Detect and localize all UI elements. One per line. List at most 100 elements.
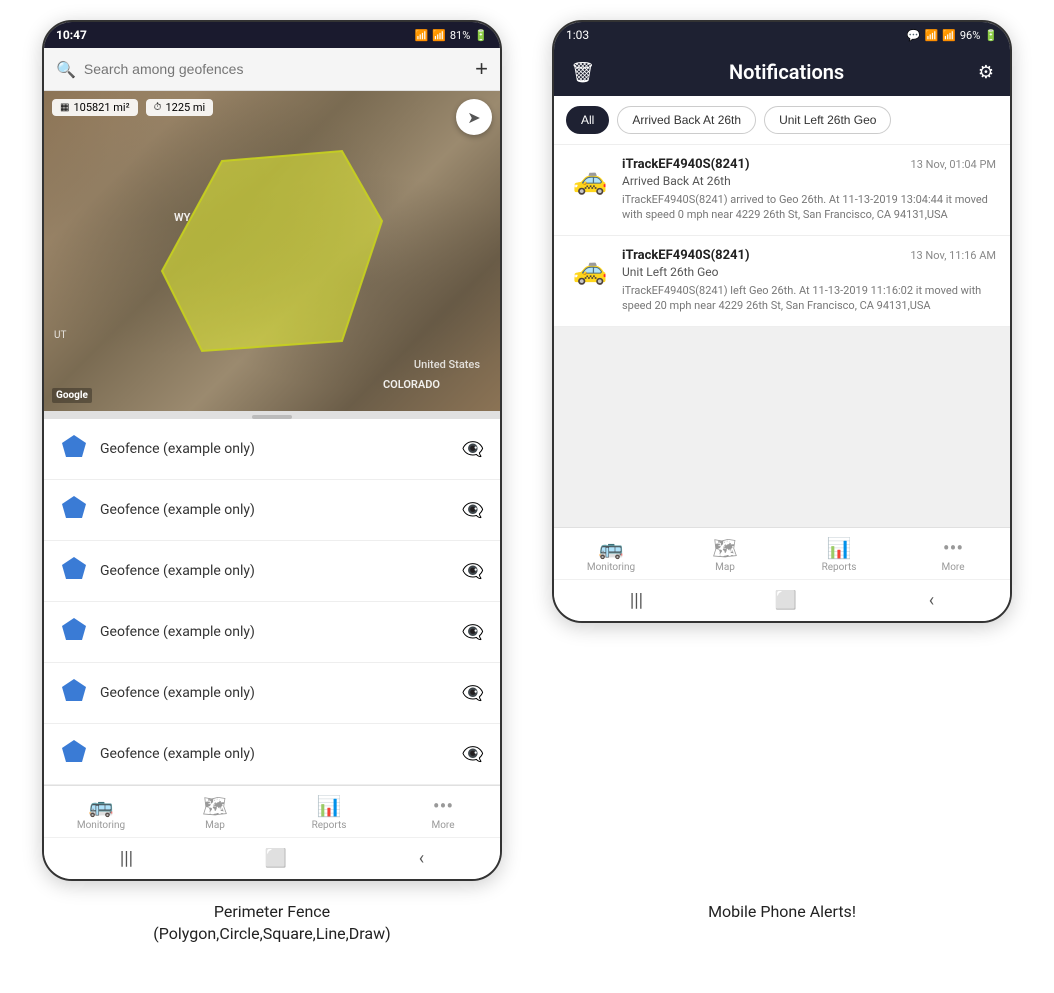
more-icon: ••• [943,536,963,560]
right-android-nav: ||| ⬜ ‹ [554,579,1010,621]
reports-icon: 📊 [317,794,342,818]
geofence-icon [60,555,88,587]
recent-apps-button[interactable]: ||| [120,848,133,869]
visibility-icon[interactable]: 👁‍🗨 [462,744,484,765]
right-caption: Mobile Phone Alerts! [552,901,1012,946]
geofence-name: Geofence (example only) [100,502,450,518]
area-icon: ▦ [60,102,69,113]
more-label: More [941,562,964,573]
home-button[interactable]: ⬜ [775,590,797,611]
monitoring-label: Monitoring [587,562,635,573]
utah-label: UT [54,330,66,341]
nav-map[interactable]: 🗺 Map [158,786,272,837]
map-label: Map [715,562,735,573]
device-name: iTrackEF4940S(8241) [622,157,750,172]
compass-icon: ➤ [467,108,480,127]
list-item[interactable]: Geofence (example only) 👁‍🗨 [44,480,500,541]
geofence-icon [60,494,88,526]
filter-arrived-tab[interactable]: Arrived Back At 26th [617,106,756,134]
list-item[interactable]: Geofence (example only) 👁‍🗨 [44,602,500,663]
device-name: iTrackEF4940S(8241) [622,248,750,263]
delete-notifications-button[interactable]: 🗑 [570,60,595,84]
geofence-icon [60,616,88,648]
nav-reports[interactable]: 📊 Reports [782,528,896,579]
geofence-name: Geofence (example only) [100,441,450,457]
wifi-icon: 📶 [924,29,938,42]
visibility-icon[interactable]: 👁‍🗨 [462,622,484,643]
left-caption: Perimeter Fence(Polygon,Circle,Square,Li… [42,901,502,946]
add-geofence-button[interactable]: + [475,56,488,82]
geofence-icon [60,738,88,770]
right-time: 1:03 [566,28,589,42]
battery-icon: 🔋 [474,29,488,42]
visibility-icon[interactable]: 👁‍🗨 [462,439,484,460]
reports-label: Reports [312,820,347,831]
map-label: Map [205,820,225,831]
geofence-name: Geofence (example only) [100,685,450,701]
right-bottom-nav: 🚌 Monitoring 🗺 Map 📊 Reports ••• More [554,527,1010,579]
more-label: More [431,820,454,831]
visibility-icon[interactable]: 👁‍🗨 [462,683,484,704]
google-logo: Google [52,388,92,403]
notification-description: iTrackEF4940S(8241) left Geo 26th. At 11… [622,283,996,314]
reports-label: Reports [822,562,857,573]
geofence-polygon [142,141,402,361]
monitoring-icon: 🚌 [599,536,624,560]
map-icon: 🗺 [202,794,227,818]
notification-event: Arrived Back At 26th [622,174,996,188]
visibility-icon[interactable]: 👁‍🗨 [462,500,484,521]
signal-icon: 📶 [942,29,956,42]
list-item[interactable]: Geofence (example only) 👁‍🗨 [44,724,500,785]
notifications-settings-button[interactable]: ⚙ [978,62,994,83]
notification-time: 13 Nov, 01:04 PM [911,158,996,171]
recent-apps-button[interactable]: ||| [630,590,643,611]
nav-monitoring[interactable]: 🚌 Monitoring [44,786,158,837]
nav-more[interactable]: ••• More [896,528,1010,579]
wyoming-label: WY [174,211,190,224]
geofence-name: Geofence (example only) [100,746,450,762]
geofence-name: Geofence (example only) [100,624,450,640]
reports-icon: 📊 [827,536,852,560]
signal-icon: 📶 [432,29,446,42]
nav-monitoring[interactable]: 🚌 Monitoring [554,528,668,579]
filter-left-tab[interactable]: Unit Left 26th Geo [764,106,891,134]
map-stats: ▦ 105821 mi² ⏱ 1225 mi [52,99,213,116]
notification-header-row: iTrackEF4940S(8241) 13 Nov, 11:16 AM [622,248,996,263]
list-item[interactable]: Geofence (example only) 👁‍🗨 [44,419,500,480]
back-button[interactable]: ‹ [419,848,424,869]
empty-area [554,327,1010,527]
left-caption-text: Perimeter Fence(Polygon,Circle,Square,Li… [153,902,390,943]
home-button[interactable]: ⬜ [265,848,287,869]
geofence-search-bar: 🔍 + [44,48,500,91]
notification-header-row: iTrackEF4940S(8241) 13 Nov, 01:04 PM [622,157,996,172]
distance-stat: ⏱ 1225 mi [146,99,214,116]
scroll-indicator [44,411,500,419]
visibility-icon[interactable]: 👁‍🗨 [462,561,484,582]
nav-more[interactable]: ••• More [386,786,500,837]
geofence-search-input[interactable] [84,61,467,77]
map-area: ▦ 105821 mi² ⏱ 1225 mi ➤ WY United State… [44,91,500,411]
map-icon: 🗺 [712,536,737,560]
notification-time: 13 Nov, 11:16 AM [910,249,996,262]
nav-reports[interactable]: 📊 Reports [272,786,386,837]
compass-button[interactable]: ➤ [456,99,492,135]
right-phone: 1:03 💬 📶 📶 96% 🔋 🗑 Notifications ⚙ All A… [552,20,1012,623]
notification-content: iTrackEF4940S(8241) 13 Nov, 01:04 PM Arr… [622,157,996,223]
left-bottom-nav: 🚌 Monitoring 🗺 Map 📊 Reports ••• More [44,785,500,837]
car-icon: 🚕 [573,253,608,286]
list-item[interactable]: Geofence (example only) 👁‍🗨 [44,663,500,724]
map-background: ▦ 105821 mi² ⏱ 1225 mi ➤ WY United State… [44,91,500,411]
nav-map[interactable]: 🗺 Map [668,528,782,579]
us-label: United States [414,358,480,371]
list-item[interactable]: Geofence (example only) 👁‍🗨 [44,541,500,602]
list-item[interactable]: 🚕 iTrackEF4940S(8241) 13 Nov, 01:04 PM A… [554,145,1010,236]
list-item[interactable]: 🚕 iTrackEF4940S(8241) 13 Nov, 11:16 AM U… [554,236,1010,327]
battery-label: 96% [960,29,980,42]
back-button[interactable]: ‹ [929,590,934,611]
geofence-name: Geofence (example only) [100,563,450,579]
left-status-icons: 📶 📶 81% 🔋 [414,29,488,42]
right-caption-text: Mobile Phone Alerts! [708,902,856,921]
filter-all-tab[interactable]: All [566,106,609,134]
notification-event: Unit Left 26th Geo [622,265,996,279]
captions: Perimeter Fence(Polygon,Circle,Square,Li… [20,901,1034,946]
